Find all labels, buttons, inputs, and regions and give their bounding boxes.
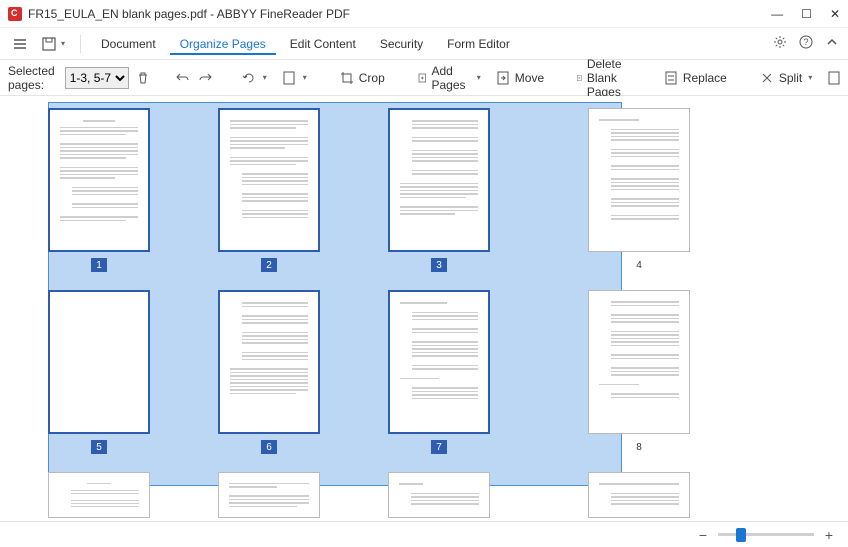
page-number-7: 7 [431,440,447,454]
split-button[interactable]: Split ▾ [755,68,816,88]
chevron-down-icon: ▾ [263,73,267,82]
selected-pages-select[interactable]: 1-3, 5-7 [65,67,129,89]
page-thumb-10[interactable] [218,472,320,518]
page-number-8: 8 [631,440,647,454]
zoom-in-button[interactable]: + [822,527,836,543]
page-thumb-4[interactable]: 4 [588,108,690,272]
add-pages-label: Add Pages [431,64,470,92]
app-icon [8,7,22,21]
page-thumb-7[interactable]: 7 [388,290,490,454]
page-thumb-12[interactable] [588,472,690,518]
menu-form-editor[interactable]: Form Editor [437,33,520,55]
replace-button[interactable]: Replace [659,68,731,88]
document-name: FR15_EULA_EN blank pages.pdf [28,7,207,21]
close-button[interactable]: ✕ [830,7,840,21]
statusbar: − + [0,521,848,547]
page-thumb-11[interactable] [388,472,490,518]
collapse-icon[interactable] [824,34,840,53]
rotate-button[interactable]: ▾ [237,68,271,88]
menubar: ▾ Document Organize Pages Edit Content S… [0,28,848,60]
zoom-out-button[interactable]: − [696,527,710,543]
chevron-down-icon: ▾ [477,73,481,82]
page-thumb-8[interactable]: 8 [588,290,690,454]
window-title: FR15_EULA_EN blank pages.pdf - ABBYY Fin… [28,7,771,21]
app-name: ABBYY FineReader PDF [217,7,350,21]
selected-pages-label: Selected pages: [8,64,55,92]
svg-text:?: ? [803,37,808,47]
toolbar: Selected pages: 1-3, 5-7 ▾ ▾ Crop Add Pa… [0,60,848,96]
delete-icon[interactable] [135,68,151,88]
divider [80,35,81,53]
more-options-button[interactable]: ▾ [822,68,848,88]
zoom-slider[interactable] [718,533,814,536]
zoom-slider-thumb[interactable] [736,528,746,542]
window-controls: — ☐ ✕ [771,7,840,21]
undo-icon[interactable] [175,68,191,88]
workspace[interactable]: 1 2 [0,96,848,521]
page-number-4: 4 [631,258,647,272]
crop-button[interactable]: Crop [335,68,389,88]
page-number-3: 3 [431,258,447,272]
chevron-down-icon: ▾ [303,73,307,82]
page-number-6: 6 [261,440,277,454]
help-icon[interactable]: ? [798,34,814,53]
replace-label: Replace [683,71,727,85]
menu-organize-pages[interactable]: Organize Pages [170,33,276,55]
page-thumb-9[interactable] [48,472,150,518]
crop-label: Crop [359,71,385,85]
maximize-button[interactable]: ☐ [801,7,812,21]
page-number-5: 5 [91,440,107,454]
page-thumb-5[interactable]: 5 [48,290,150,454]
settings-icon[interactable] [772,34,788,53]
chevron-down-icon: ▾ [61,39,65,48]
delete-blank-label: Delete Blank Pages [587,57,631,99]
page-thumb-1[interactable]: 1 [48,108,150,272]
page-thumb-6[interactable]: 6 [218,290,320,454]
page-options-button[interactable]: ▾ [277,68,311,88]
split-label: Split [779,71,802,85]
delete-blank-pages-button[interactable]: Delete Blank Pages [572,55,635,101]
titlebar: FR15_EULA_EN blank pages.pdf - ABBYY Fin… [0,0,848,28]
page-number-1: 1 [91,258,107,272]
page-number-2: 2 [261,258,277,272]
menu-edit-content[interactable]: Edit Content [280,33,366,55]
move-button[interactable]: Move [491,68,548,88]
hamburger-menu-button[interactable] [8,32,32,56]
minimize-button[interactable]: — [771,7,783,21]
menu-security[interactable]: Security [370,33,433,55]
save-dropdown-button[interactable]: ▾ [36,32,70,56]
menu-document[interactable]: Document [91,33,166,55]
page-thumb-3[interactable]: 3 [388,108,490,272]
move-label: Move [515,71,544,85]
page-thumb-2[interactable]: 2 [218,108,320,272]
chevron-down-icon: ▾ [808,73,812,82]
redo-icon[interactable] [197,68,213,88]
add-pages-button[interactable]: Add Pages ▾ [413,62,485,94]
